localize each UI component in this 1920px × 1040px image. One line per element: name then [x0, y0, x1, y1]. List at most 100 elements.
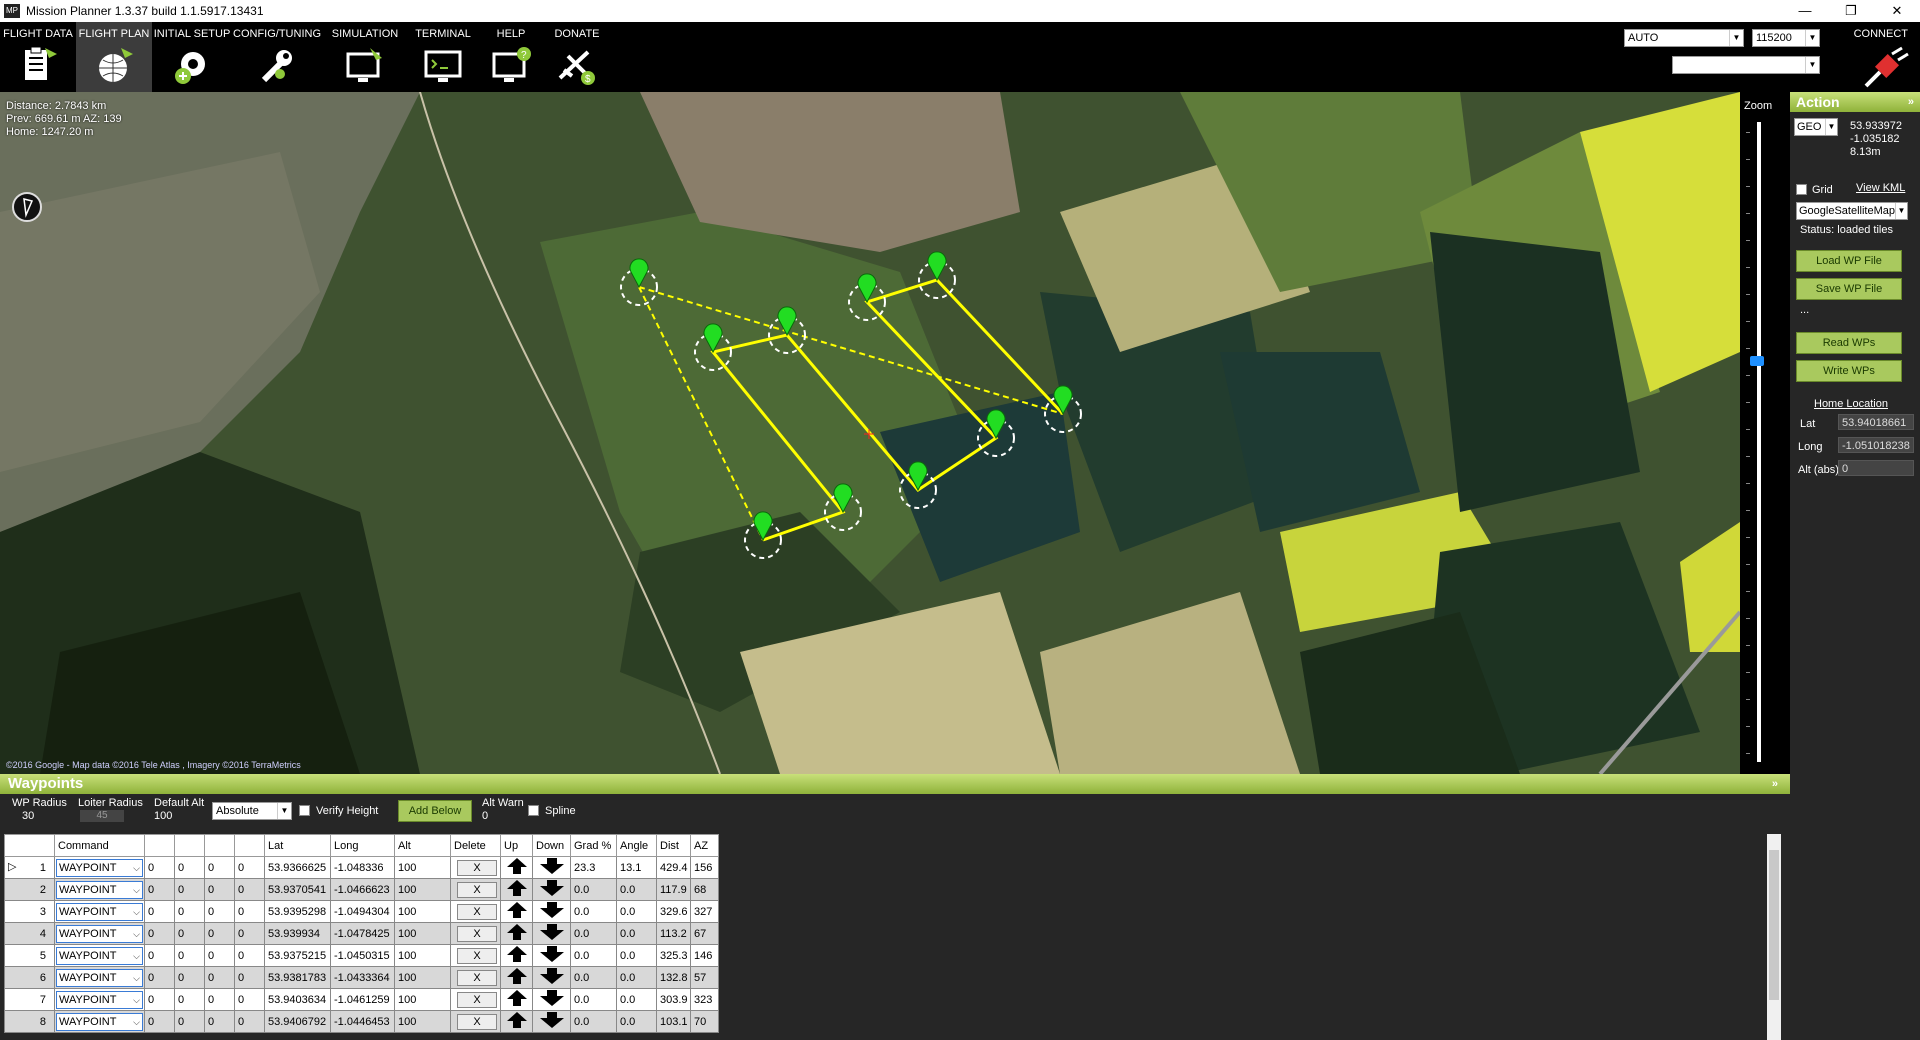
param4-cell[interactable]: 0 [234, 966, 265, 989]
param3-cell[interactable]: 0 [204, 988, 235, 1011]
down-arrow-icon[interactable] [538, 1012, 566, 1032]
baud-select[interactable]: 115200 ▼ [1752, 29, 1820, 47]
loiter-radius-field[interactable]: 45 [80, 810, 124, 822]
row-number[interactable]: 2 [4, 878, 55, 901]
menu-flight-plan[interactable]: FLIGHT PLAN [76, 22, 152, 92]
long-cell[interactable]: -1.0433364 [330, 966, 395, 989]
param1-cell[interactable]: 0 [144, 988, 175, 1011]
up-arrow-icon[interactable] [505, 968, 529, 988]
add-below-button[interactable]: Add Below [398, 800, 472, 822]
row-number[interactable]: 3 [4, 900, 55, 923]
param2-cell[interactable]: 0 [174, 878, 205, 901]
collapse-chevron-icon[interactable]: » [1908, 92, 1914, 112]
scrollbar-thumb[interactable] [1769, 850, 1779, 1000]
alt-warn-field[interactable]: 0 [482, 810, 488, 822]
param2-cell[interactable]: 0 [174, 944, 205, 967]
up-arrow-icon[interactable] [505, 880, 529, 900]
param4-cell[interactable]: 0 [234, 878, 265, 901]
param3-cell[interactable]: 0 [204, 900, 235, 923]
delete-button[interactable]: X [457, 1013, 497, 1030]
alt-cell[interactable]: 100 [394, 900, 451, 923]
up-arrow-icon[interactable] [505, 902, 529, 922]
up-arrow-icon[interactable] [505, 946, 529, 966]
param2-cell[interactable]: 0 [174, 856, 205, 879]
home-location-label[interactable]: Home Location [1814, 398, 1888, 410]
alt-mode-select[interactable]: Absolute ▼ [212, 802, 292, 820]
verify-height-checkbox[interactable] [299, 805, 310, 816]
lat-cell[interactable]: 53.9370541 [264, 878, 331, 901]
load-wp-file-button[interactable]: Load WP File [1796, 250, 1902, 272]
alt-cell[interactable]: 100 [394, 988, 451, 1011]
command-select[interactable]: WAYPOINT ⌵ [56, 924, 143, 943]
down-arrow-icon[interactable] [538, 946, 566, 966]
down-arrow-icon[interactable] [538, 880, 566, 900]
command-cell[interactable]: WAYPOINT ⌵ [54, 1010, 145, 1033]
delete-button[interactable]: X [457, 947, 497, 964]
view-kml-link[interactable]: View KML [1856, 182, 1905, 194]
table-scrollbar[interactable] [1767, 834, 1781, 1040]
param1-cell[interactable]: 0 [144, 900, 175, 923]
spline-checkbox[interactable] [528, 805, 539, 816]
param1-cell[interactable]: 0 [144, 966, 175, 989]
param3-cell[interactable]: 0 [204, 1010, 235, 1033]
down-arrow-icon[interactable] [538, 858, 566, 878]
delete-button[interactable]: X [457, 991, 497, 1008]
alt-cell[interactable]: 100 [394, 944, 451, 967]
menu-terminal[interactable]: TERMINAL [408, 22, 478, 92]
lat-cell[interactable]: 53.9403634 [264, 988, 331, 1011]
command-select[interactable]: WAYPOINT ⌵ [56, 902, 143, 921]
param2-cell[interactable]: 0 [174, 988, 205, 1011]
row-number[interactable]: ▷ 1 [4, 856, 55, 879]
up-arrow-icon[interactable] [505, 990, 529, 1010]
command-select[interactable]: WAYPOINT ⌵ [56, 880, 143, 899]
home-lat-field[interactable]: 53.94018661 [1838, 414, 1914, 430]
write-wps-button[interactable]: Write WPs [1796, 360, 1902, 382]
param1-cell[interactable]: 0 [144, 878, 175, 901]
command-cell[interactable]: WAYPOINT ⌵ [54, 900, 145, 923]
alt-cell[interactable]: 100 [394, 878, 451, 901]
menu-initial-setup[interactable]: INITIAL SETUP [152, 22, 232, 92]
down-arrow-icon[interactable] [538, 902, 566, 922]
plug-connect-icon[interactable] [1862, 46, 1910, 90]
param4-cell[interactable]: 0 [234, 922, 265, 945]
param1-cell[interactable]: 0 [144, 1010, 175, 1033]
command-select[interactable]: WAYPOINT ⌵ [56, 1012, 143, 1031]
row-number[interactable]: 6 [4, 966, 55, 989]
param1-cell[interactable]: 0 [144, 944, 175, 967]
port-select[interactable]: AUTO ▼ [1624, 29, 1744, 47]
zoom-slider-thumb[interactable] [1750, 356, 1764, 367]
lat-cell[interactable]: 53.9381783 [264, 966, 331, 989]
satellite-map[interactable]: Distance: 2.7843 km Prev: 669.61 m AZ: 1… [0, 92, 1740, 774]
lat-cell[interactable]: 53.939934 [264, 922, 331, 945]
coord-mode-select[interactable]: GEO ▼ [1794, 118, 1838, 136]
param3-cell[interactable]: 0 [204, 922, 235, 945]
map-type-select[interactable]: GoogleSatelliteMap ▼ [1796, 202, 1908, 220]
up-arrow-icon[interactable] [505, 1012, 529, 1032]
command-select[interactable]: WAYPOINT ⌵ [56, 858, 143, 877]
read-wps-button[interactable]: Read WPs [1796, 332, 1902, 354]
alt-cell[interactable]: 100 [394, 1010, 451, 1033]
grid-checkbox[interactable] [1796, 184, 1807, 195]
menu-donate[interactable]: DONATE $ [544, 22, 610, 92]
close-button[interactable]: ✕ [1874, 0, 1920, 22]
home-alt-field[interactable]: 0 [1838, 460, 1914, 476]
alt-cell[interactable]: 100 [394, 856, 451, 879]
command-select[interactable]: WAYPOINT ⌵ [56, 968, 143, 987]
table-row[interactable]: 3 WAYPOINT ⌵ 0 0 0 0 53.9395298 -1.0494304 100 X 0.… [4, 900, 719, 923]
delete-button[interactable]: X [457, 925, 497, 942]
command-cell[interactable]: WAYPOINT ⌵ [54, 922, 145, 945]
lat-cell[interactable]: 53.9375215 [264, 944, 331, 967]
down-arrow-icon[interactable] [538, 968, 566, 988]
command-cell[interactable]: WAYPOINT ⌵ [54, 878, 145, 901]
row-number[interactable]: 7 [4, 988, 55, 1011]
minimize-button[interactable]: — [1782, 0, 1828, 22]
default-alt-field[interactable]: 100 [154, 810, 172, 822]
delete-button[interactable]: X [457, 969, 497, 986]
param2-cell[interactable]: 0 [174, 1010, 205, 1033]
long-cell[interactable]: -1.0446453 [330, 1010, 395, 1033]
profile-select[interactable]: ▼ [1672, 56, 1820, 74]
table-row[interactable]: 8 WAYPOINT ⌵ 0 0 0 0 53.9406792 -1.0446453 100 X 0.… [4, 1010, 719, 1033]
long-cell[interactable]: -1.0466623 [330, 878, 395, 901]
param4-cell[interactable]: 0 [234, 856, 265, 879]
param4-cell[interactable]: 0 [234, 988, 265, 1011]
